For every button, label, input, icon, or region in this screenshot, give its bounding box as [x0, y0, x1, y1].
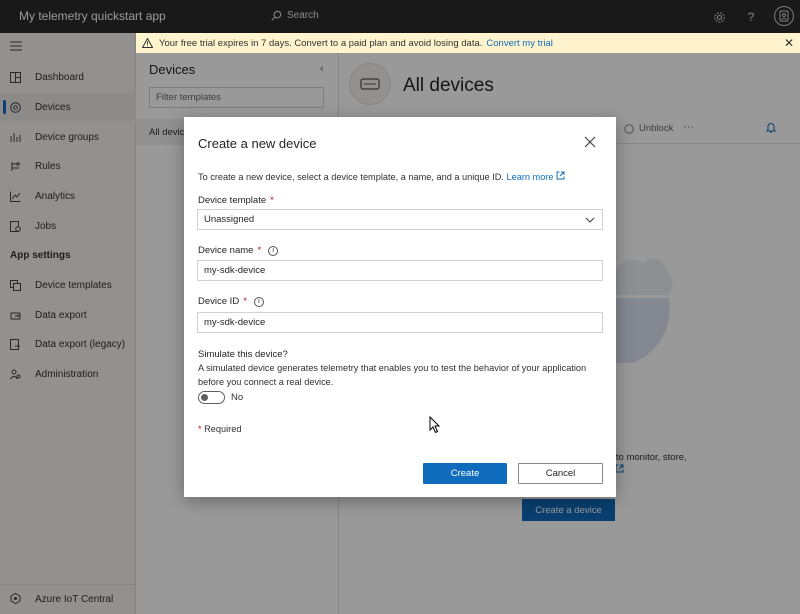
close-icon[interactable]: ✕ [784, 36, 794, 50]
label-text: Device name [198, 245, 254, 256]
required-asterisk: * [270, 195, 274, 206]
simulate-title: Simulate this device? [198, 349, 288, 360]
external-link-icon [556, 171, 565, 180]
banner-message: Your free trial expires in 7 days. Conve… [159, 37, 483, 49]
device-template-label: Device template * [198, 195, 274, 206]
simulate-toggle[interactable] [198, 391, 225, 404]
device-template-select[interactable]: Unassigned [197, 209, 603, 230]
required-note: * Required [198, 424, 241, 434]
close-icon[interactable] [583, 135, 597, 149]
description-text: To create a new device, select a device … [198, 172, 504, 182]
required-asterisk: * [257, 245, 262, 256]
label-text: Device ID [198, 296, 240, 307]
dialog-title: Create a new device [198, 136, 317, 151]
toggle-label: No [231, 392, 244, 403]
label-text: Device template [198, 195, 267, 206]
chevron-down-icon [585, 217, 595, 223]
info-icon[interactable]: i [253, 296, 264, 307]
cancel-button[interactable]: Cancel [518, 463, 603, 484]
warning-icon [142, 38, 153, 48]
simulate-description: A simulated device generates telemetry t… [198, 363, 587, 387]
trial-banner: Your free trial expires in 7 days. Conve… [136, 33, 800, 53]
required-asterisk: * [243, 296, 247, 307]
create-device-dialog: Create a new device To create a new devi… [184, 117, 616, 497]
mouse-cursor-icon [429, 416, 441, 434]
device-name-input[interactable]: my-sdk-device [197, 260, 603, 281]
device-id-label: Device ID * i [198, 296, 264, 307]
learn-more-link[interactable]: Learn more [506, 171, 565, 182]
dialog-description: To create a new device, select a device … [198, 171, 565, 182]
device-id-input[interactable]: my-sdk-device [197, 312, 603, 333]
create-button[interactable]: Create [423, 463, 507, 484]
convert-trial-link[interactable]: Convert my trial [486, 38, 553, 49]
select-value: Unassigned [204, 214, 255, 225]
learn-more-label: Learn more [506, 172, 554, 182]
info-icon[interactable]: i [268, 245, 279, 256]
device-name-label: Device name * i [198, 245, 279, 256]
required-asterisk: * [198, 424, 202, 434]
required-note-text: Required [204, 424, 242, 434]
